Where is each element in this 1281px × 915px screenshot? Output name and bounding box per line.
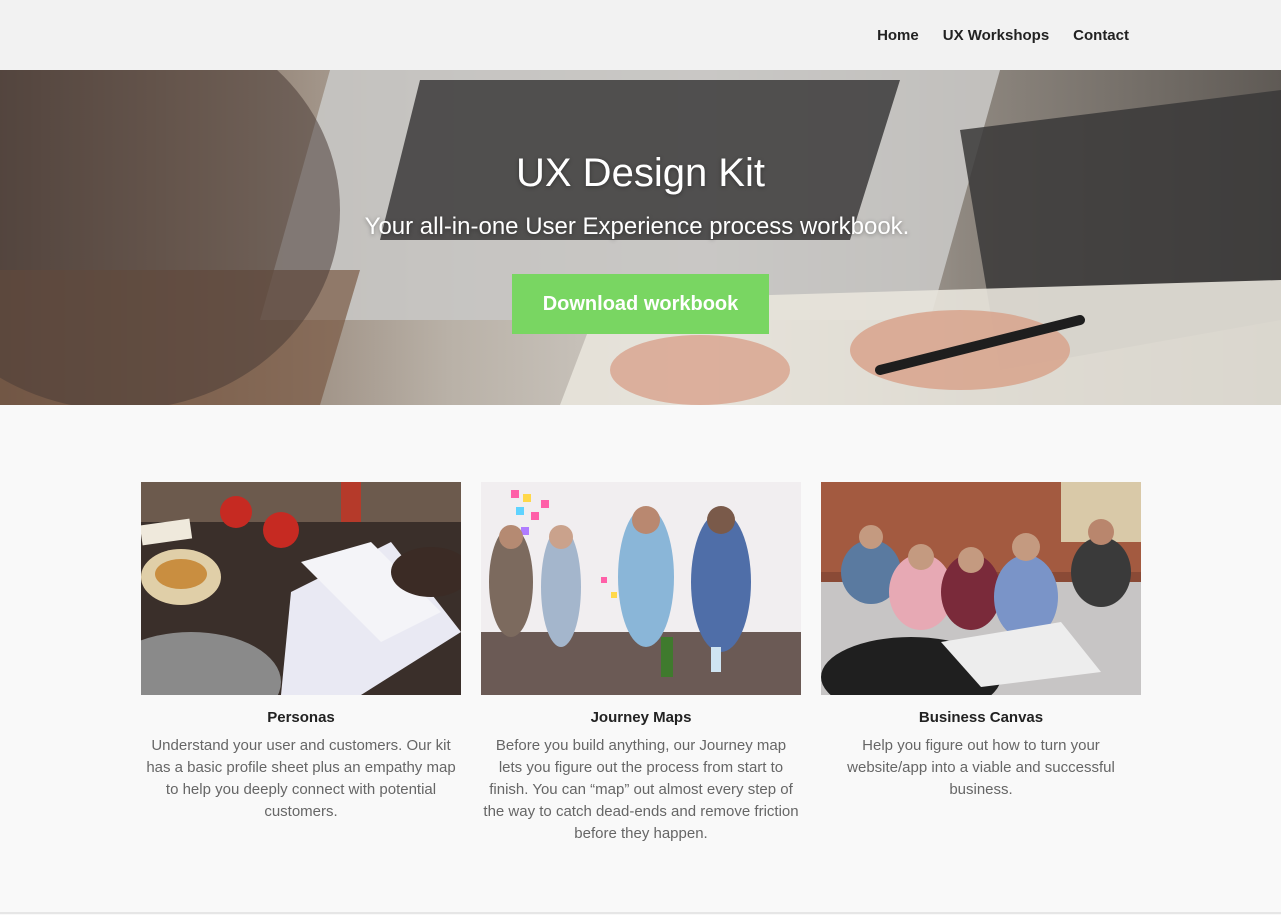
- nav-menu: Home UX Workshops Contact: [877, 26, 1129, 46]
- card-title: Business Canvas: [918, 709, 1044, 726]
- hero-banner: UX Design Kit Your all-in-one User Exper…: [0, 70, 1281, 405]
- feature-card-journey-maps: Journey Maps Before you build anything, …: [481, 482, 801, 845]
- card-title: Journey Maps: [590, 709, 692, 726]
- nav-home-link[interactable]: Home: [877, 26, 919, 46]
- feature-card-personas: Personas Understand your user and custom…: [141, 482, 461, 823]
- feature-card-business-canvas: Business Canvas Help you figure out how …: [821, 482, 1141, 801]
- card-description: Before you build anything, our Journey m…: [483, 737, 799, 842]
- personas-photo: [141, 482, 461, 695]
- business-canvas-photo: [821, 482, 1141, 695]
- top-navbar: Home UX Workshops Contact: [0, 0, 1281, 70]
- nav-ux-workshops-link[interactable]: UX Workshops: [943, 26, 1049, 46]
- card-description: Help you figure out how to turn your web…: [847, 737, 1115, 798]
- card-description: Understand your user and customers. Our …: [146, 737, 456, 820]
- download-workbook-button[interactable]: Download workbook: [512, 274, 769, 334]
- card-title: Personas: [267, 709, 335, 726]
- hero-title: UX Design Kit: [516, 151, 765, 195]
- journey-maps-photo: [481, 482, 801, 695]
- hero-subtitle: Your all-in-one User Experience process …: [364, 213, 910, 240]
- footer-divider: [0, 912, 1281, 914]
- nav-contact-link[interactable]: Contact: [1073, 26, 1129, 46]
